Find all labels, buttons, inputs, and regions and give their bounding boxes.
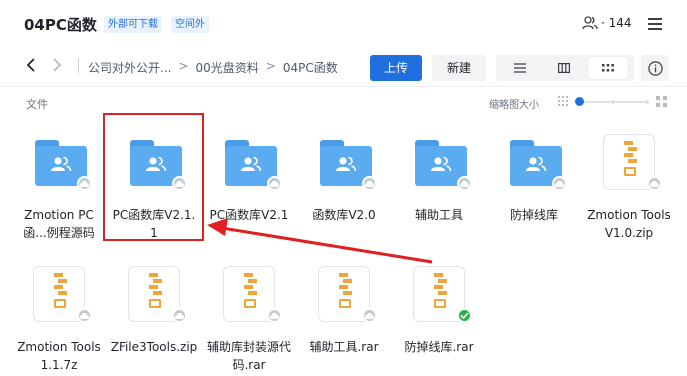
annotation-arrow: [207, 218, 433, 264]
